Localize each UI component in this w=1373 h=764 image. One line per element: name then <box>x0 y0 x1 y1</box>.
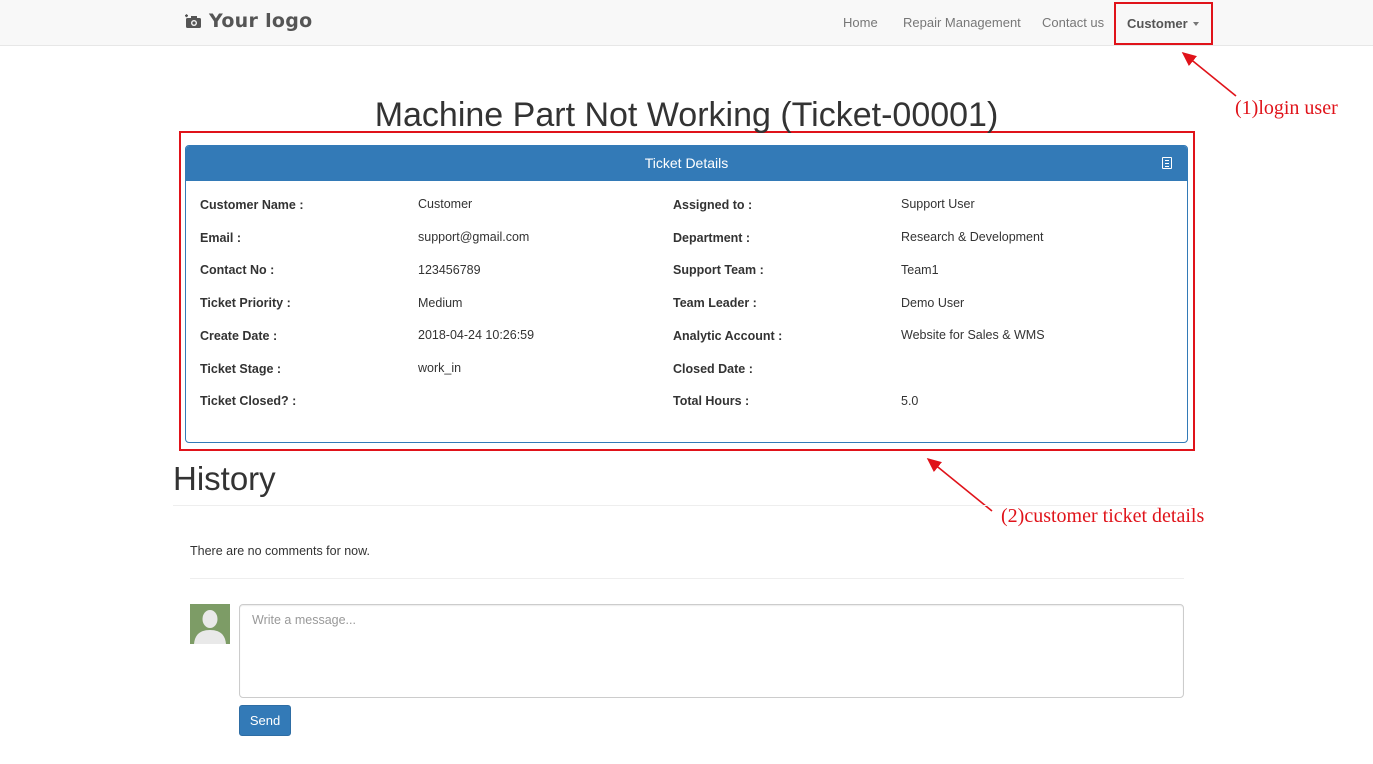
value-customer-name: Customer <box>418 197 473 211</box>
value-total-hours: 5.0 <box>901 394 919 408</box>
label-ticket-stage: Ticket Stage : <box>200 362 282 376</box>
arrow-login-user <box>1181 51 1237 97</box>
arrow-ticket-details <box>926 457 993 512</box>
value-team-leader: Demo User <box>901 296 965 310</box>
value-analytic-account: Website for Sales & WMS <box>901 328 1045 342</box>
ticket-details-panel: Ticket Details Customer Name : Customer … <box>185 145 1188 443</box>
value-create-date: 2018-04-24 10:26:59 <box>418 328 535 342</box>
label-support-team: Support Team : <box>673 263 764 277</box>
divider <box>190 578 1184 579</box>
label-ticket-priority: Ticket Priority : <box>200 296 291 310</box>
label-customer-name: Customer Name : <box>200 198 304 212</box>
annotation-box-login-user <box>1114 2 1213 45</box>
logo-text: Your logo <box>209 10 313 32</box>
value-department: Research & Development <box>901 230 1044 244</box>
send-button[interactable]: Send <box>239 705 291 736</box>
nav-home[interactable]: Home <box>843 15 878 30</box>
value-support-team: Team1 <box>901 263 939 277</box>
value-ticket-stage: work_in <box>418 361 462 375</box>
label-total-hours: Total Hours : <box>673 394 750 408</box>
history-title: History <box>173 460 276 497</box>
label-ticket-closed: Ticket Closed? : <box>200 394 297 408</box>
label-contact-no: Contact No : <box>200 263 275 277</box>
label-email: Email : <box>200 231 241 245</box>
no-comments-text: There are no comments for now. <box>190 544 370 558</box>
nav-contact-us[interactable]: Contact us <box>1042 15 1104 30</box>
label-closed-date: Closed Date : <box>673 362 753 376</box>
label-create-date: Create Date : <box>200 329 278 343</box>
panel-heading: Ticket Details <box>186 146 1187 181</box>
page-title: Machine Part Not Working (Ticket-00001) <box>374 96 999 134</box>
label-analytic-account: Analytic Account : <box>673 329 783 343</box>
value-ticket-priority: Medium <box>418 296 463 310</box>
label-department: Department : <box>673 231 751 245</box>
camera-icon <box>185 13 202 29</box>
message-input[interactable] <box>239 604 1184 698</box>
document-icon[interactable] <box>1162 157 1172 169</box>
user-silhouette-icon <box>190 604 230 644</box>
nav-repair-management[interactable]: Repair Management <box>903 15 1021 30</box>
logo[interactable]: Your logo <box>185 10 313 32</box>
annotation-ticket-details: (2)customer ticket details <box>1001 505 1205 527</box>
avatar <box>190 604 230 644</box>
panel-heading-title: Ticket Details <box>644 155 729 171</box>
label-team-leader: Team Leader : <box>673 296 757 310</box>
value-assigned-to: Support User <box>901 197 975 211</box>
value-contact-no: 123456789 <box>418 263 481 277</box>
divider <box>173 505 1193 506</box>
label-assigned-to: Assigned to : <box>673 198 753 212</box>
value-email: support@gmail.com <box>418 230 530 244</box>
